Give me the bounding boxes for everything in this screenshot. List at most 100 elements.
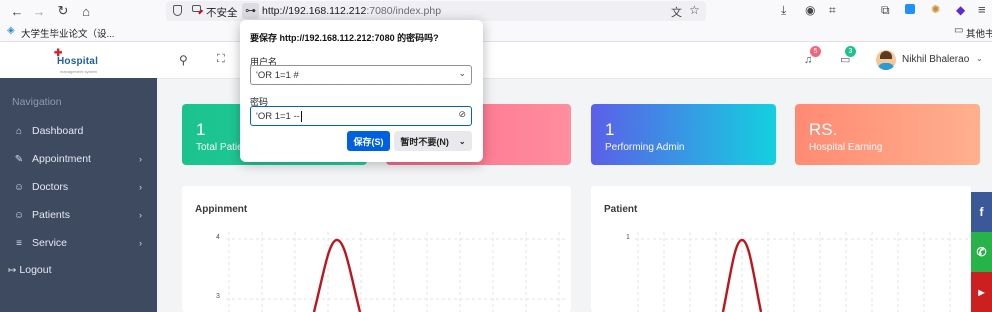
sidebar-item-service[interactable]: ≡ Service › — [12, 235, 152, 251]
message-badge: 3 — [845, 46, 856, 57]
sidebar-item-patients[interactable]: ☺ Patients › — [12, 207, 152, 223]
chart-gridlines — [635, 232, 971, 312]
sidebar-heading: Navigation — [12, 96, 62, 108]
other-bookmarks[interactable]: 其他书签 — [966, 26, 992, 40]
save-button-label: 保存(S) — [353, 136, 384, 147]
avatar[interactable] — [876, 50, 896, 70]
facebook-icon[interactable]: f — [971, 192, 992, 232]
chevron-down-icon[interactable]: ⌄ — [459, 137, 466, 146]
stat-value: 1 — [605, 120, 615, 139]
avatar-hair — [880, 51, 892, 59]
y-tick-label: 4 — [216, 234, 220, 241]
y-tick-label: 3 — [216, 293, 220, 300]
whatsapp-icon[interactable]: ✆ — [971, 232, 992, 272]
chevron-down-icon[interactable]: ⌄ — [458, 68, 466, 79]
y-tick-label: 1 — [626, 234, 630, 241]
folder-icon: ▭ — [954, 25, 964, 36]
translate-icon[interactable]: 文 — [671, 4, 682, 20]
sidebar-item-label: Patients — [32, 209, 70, 221]
user-icon: ☺ — [13, 181, 25, 193]
bookmark-favicon-icon: ◈ — [7, 25, 15, 36]
chevron-down-icon[interactable]: ⌄ — [976, 54, 983, 63]
bookmark-item[interactable]: 大学生毕业论文（设... — [21, 26, 114, 40]
logo-text: Hospital — [57, 56, 99, 67]
chart-line — [312, 238, 362, 312]
download-icon[interactable]: ⤓ — [781, 3, 786, 18]
chevron-right-icon: › — [139, 182, 142, 192]
sidebar-item-logout[interactable]: ↦ Logout — [8, 262, 148, 278]
username-value: 'OR 1=1 # — [256, 69, 299, 81]
stat-card-hospital-earning: RS. Hospital Earning — [795, 104, 980, 165]
sidebar-item-appointment[interactable]: ✎ Appointment › — [12, 151, 152, 167]
bookmarks-bar: ◈ 大学生毕业论文（设... ▭ 其他书签 — [0, 22, 992, 42]
lock-icon[interactable] — [192, 5, 203, 15]
save-button[interactable]: 保存(S) — [347, 131, 390, 151]
back-arrow-icon[interactable]: ← — [9, 3, 25, 19]
stat-card-performing-admin: 1 Performing Admin — [591, 104, 776, 165]
logout-icon: ↦ — [8, 264, 17, 276]
stat-label: Hospital Earning — [809, 142, 883, 153]
star-icon[interactable]: ☆ — [689, 3, 700, 17]
fullscreen-icon[interactable]: ⛶ — [217, 53, 225, 66]
stat-value: 1 — [196, 120, 206, 139]
shield-icon[interactable] — [173, 5, 182, 16]
menu-icon: ≡ — [16, 237, 22, 249]
logo[interactable]: ✚ Hospital management system — [54, 48, 124, 74]
home-icon[interactable]: ⌂ — [78, 3, 94, 19]
search-icon[interactable]: ⚲ — [179, 53, 188, 67]
reload-icon[interactable]: ↻ — [55, 3, 71, 19]
addon-cookie-icon[interactable]: ✺ — [931, 3, 940, 16]
key-icon-button[interactable]: ⊶ — [242, 3, 259, 19]
sidebar-item-label: Dashboard — [32, 125, 84, 137]
youtube-icon[interactable]: ▶ — [971, 272, 992, 312]
eye-slash-icon[interactable]: ⊘ — [458, 109, 466, 120]
browser-toolbar: ← → ↻ ⌂ 不安全 ⊶ http://192.168.112.212:708… — [0, 0, 992, 22]
extension-icon[interactable]: ⧉ — [881, 3, 890, 18]
stat-value: RS. — [809, 120, 838, 139]
username-field[interactable]: 'OR 1=1 # ⌄ — [250, 65, 472, 85]
chart-gridlines — [226, 232, 566, 312]
panel-title: Appinment — [195, 204, 248, 215]
edit-icon: ✎ — [14, 153, 24, 165]
patient-line-chart — [635, 232, 971, 312]
security-label[interactable]: 不安全 — [206, 5, 238, 20]
sidebar-item-label: Doctors — [32, 181, 69, 193]
text-cursor — [300, 110, 302, 122]
crop-icon[interactable]: ⌗ — [829, 3, 836, 18]
sidebar-item-label: Service — [32, 237, 68, 249]
logo-subtitle: management system — [60, 69, 98, 74]
save-password-dialog: 要保存 http://192.168.112.212:7080 的密码吗? 用户… — [240, 20, 483, 162]
user-name[interactable]: Nikhil Bhalerao — [902, 54, 969, 65]
url-host: http://192.168.112.212 — [262, 5, 367, 17]
account-icon[interactable]: ◉ — [805, 3, 815, 17]
app-header: ✚ Hospital management system ⚲ ⛶ ♫ 5 ▭ 3… — [0, 42, 992, 79]
url-path: :7080/index.php — [366, 5, 442, 17]
chevron-right-icon: › — [139, 210, 142, 220]
panel-title: Patient — [604, 204, 638, 215]
password-value: 'OR 1=1 -- — [256, 110, 300, 122]
appointment-line-chart — [226, 232, 566, 312]
sidebar-item-label: Logout — [19, 264, 52, 276]
forward-arrow-icon[interactable]: → — [31, 3, 47, 19]
sidebar-item-doctors[interactable]: ☺ Doctors › — [12, 179, 152, 195]
notification-badge: 5 — [810, 46, 821, 57]
sidebar: Navigation ⌂ Dashboard ✎ Appointment › ☺… — [0, 78, 157, 312]
dialog-title: 要保存 http://192.168.112.212:7080 的密码吗? — [250, 33, 439, 43]
stat-label: Performing Admin — [605, 142, 685, 153]
appointment-chart-panel: Appinment 4 3 — [182, 186, 571, 312]
addon-blue-icon[interactable] — [905, 4, 915, 14]
menu-icon[interactable]: ≡ — [978, 2, 986, 17]
chevron-right-icon: › — [139, 154, 142, 164]
url-text[interactable]: http://192.168.112.212:7080/index.php — [262, 5, 441, 17]
not-now-button-label: 暂时不要(N) — [400, 136, 449, 147]
url-bar[interactable]: 不安全 ⊶ http://192.168.112.212:7080/index.… — [166, 1, 706, 21]
password-field[interactable]: 'OR 1=1 -- ⊘ — [250, 106, 472, 126]
addon-purple-icon[interactable]: ◆ — [956, 3, 965, 17]
avatar-shirt — [878, 63, 894, 70]
sidebar-item-dashboard[interactable]: ⌂ Dashboard — [12, 123, 152, 139]
home-icon: ⌂ — [15, 125, 23, 137]
sidebar-item-label: Appointment — [32, 153, 91, 165]
not-now-button[interactable]: 暂时不要(N) ⌄ — [394, 131, 472, 151]
bell-icon[interactable]: ♫ — [804, 54, 812, 66]
key-icon: ⊶ — [245, 5, 256, 17]
